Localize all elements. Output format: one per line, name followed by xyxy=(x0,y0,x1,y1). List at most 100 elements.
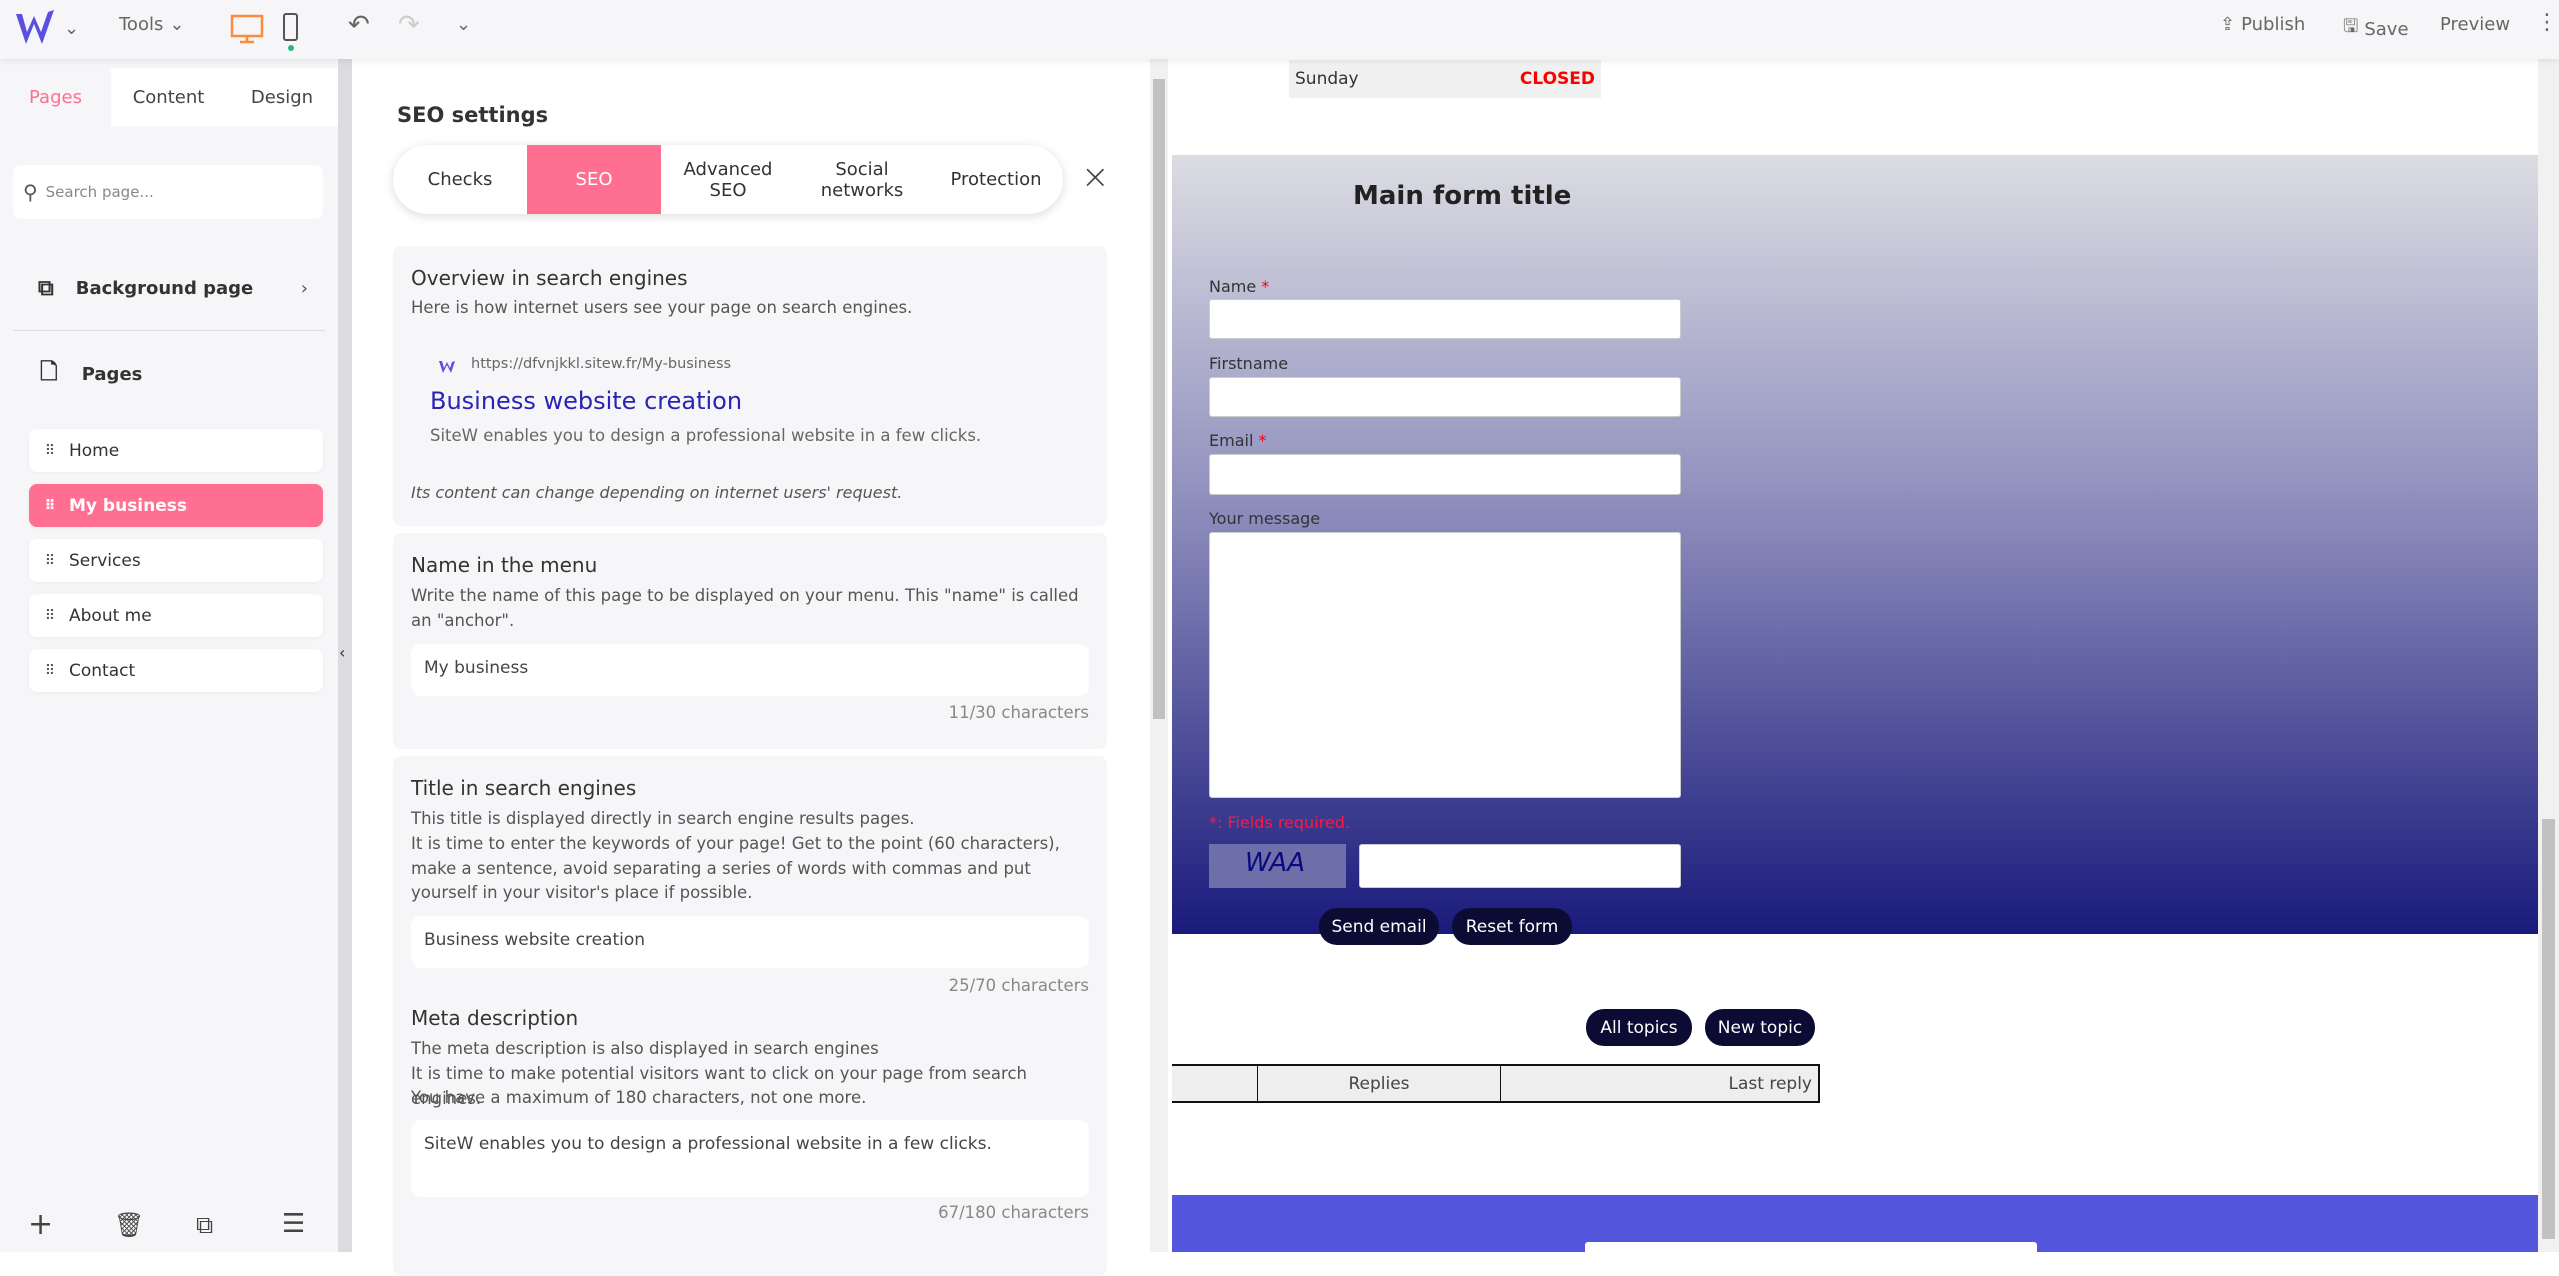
drag-handle-icon[interactable]: ⠿ xyxy=(29,553,69,569)
save-icon: 🖫 xyxy=(2343,16,2359,37)
drag-handle-icon[interactable]: ⠿ xyxy=(29,443,69,459)
email-label: Email * xyxy=(1209,431,1267,450)
close-icon[interactable]: × xyxy=(1081,157,1110,197)
card-title: Name in the menu xyxy=(411,553,598,577)
tab-checks[interactable]: Checks xyxy=(393,145,527,214)
card-description: Here is how internet users see your page… xyxy=(411,298,913,317)
collapse-arrow-icon[interactable]: ‹ xyxy=(339,643,345,662)
scrollbar-thumb[interactable] xyxy=(1153,79,1165,719)
divider xyxy=(13,330,325,331)
pages-heading-label: Pages xyxy=(81,363,143,385)
tab-protection[interactable]: Protection xyxy=(929,145,1063,214)
page-item-home[interactable]: ⠿ Home xyxy=(29,429,323,472)
tab-seo[interactable]: SEO xyxy=(527,145,661,214)
tools-label: Tools xyxy=(119,14,164,35)
footer-box xyxy=(1585,1242,2037,1252)
left-sidebar: Pages Content Design ⚲ Search page... ⧉ B… xyxy=(0,59,338,1252)
message-textarea[interactable] xyxy=(1209,532,1681,798)
name-input[interactable] xyxy=(1209,299,1681,339)
desktop-view-icon[interactable] xyxy=(230,14,264,44)
sitew-logo-menu[interactable]: ⌄ xyxy=(14,8,79,48)
all-topics-button[interactable]: All topics xyxy=(1586,1009,1692,1046)
search-icon: ⚲ xyxy=(23,180,38,204)
menu-name-input[interactable]: My business xyxy=(411,644,1089,696)
page-item-about-me[interactable]: ⠿ About me xyxy=(29,594,323,637)
undo-icon[interactable]: ↶ xyxy=(348,10,370,40)
card-title: Meta description xyxy=(411,1006,579,1030)
tools-menu[interactable]: Tools ⌄ xyxy=(119,14,184,35)
column-header-last-reply: Last reply xyxy=(1728,1073,1812,1094)
drag-handle-icon[interactable]: ⠿ xyxy=(29,608,69,624)
more-options-icon[interactable]: ⋮ xyxy=(2536,10,2558,35)
card-description: It is time to enter the keywords of your… xyxy=(411,834,1060,902)
drag-handle-icon[interactable]: ⠿ xyxy=(29,498,69,514)
result-url: https://dfvnjkkl.sitew.fr/My-business xyxy=(471,356,732,372)
opening-hours-row: Sunday CLOSED xyxy=(1289,60,1601,98)
page-preview: Sunday CLOSED Main form title Name * Fir… xyxy=(1172,59,2538,1252)
firstname-label: Firstname xyxy=(1209,354,1289,373)
layers-icon: ⧉ xyxy=(38,275,54,301)
settings-sliders-icon[interactable]: ☰ xyxy=(282,1209,305,1239)
duplicate-icon[interactable]: ⧉ xyxy=(196,1211,213,1239)
add-page-icon[interactable]: + xyxy=(28,1207,53,1242)
page-item-services[interactable]: ⠿ Services xyxy=(29,539,323,582)
drag-handle-icon[interactable]: ⠿ xyxy=(29,663,69,679)
reset-form-button[interactable]: Reset form xyxy=(1452,908,1572,945)
panel-title: SEO settings xyxy=(397,103,549,127)
tab-design[interactable]: Design xyxy=(226,68,338,126)
email-input[interactable] xyxy=(1209,454,1681,495)
save-label: Save xyxy=(2364,18,2409,40)
mobile-view-icon[interactable] xyxy=(282,12,300,52)
firstname-input[interactable] xyxy=(1209,377,1681,417)
page-label: About me xyxy=(69,605,152,626)
tab-pages[interactable]: Pages xyxy=(0,68,111,126)
publish-button[interactable]: ⇪ Publish xyxy=(2220,14,2305,35)
page-item-contact[interactable]: ⠿ Contact xyxy=(29,649,323,692)
column-header-replies: Replies xyxy=(1258,1066,1501,1101)
card-description: The meta description is also displayed i… xyxy=(411,1039,879,1058)
preview-button[interactable]: Preview xyxy=(2440,14,2510,35)
search-title-input[interactable]: Business website creation xyxy=(411,916,1089,968)
closed-status: CLOSED xyxy=(1519,69,1595,89)
chevron-down-icon: ⌄ xyxy=(64,17,80,39)
search-page-input[interactable]: ⚲ Search page... xyxy=(13,165,323,219)
day-label: Sunday xyxy=(1295,69,1359,89)
search-title-card: Title in search engines This title is di… xyxy=(393,756,1107,1276)
page-icon: 🗋 xyxy=(40,360,58,385)
page-label: Services xyxy=(69,550,141,571)
required-fields-note: *: Fields required. xyxy=(1209,813,1350,832)
search-placeholder: Search page... xyxy=(45,183,154,201)
save-button[interactable]: 🖫 Save xyxy=(2343,14,2409,44)
card-title: Title in search engines xyxy=(411,776,637,800)
forum-table-header: Replies Last reply xyxy=(1172,1064,1820,1103)
chevron-down-icon: ⌄ xyxy=(169,14,185,35)
meta-description-textarea[interactable]: SiteW enables you to design a profession… xyxy=(411,1120,1089,1197)
tab-advanced-seo[interactable]: Advanced SEO xyxy=(661,145,795,214)
captcha-input[interactable] xyxy=(1359,844,1681,888)
background-page-item[interactable]: ⧉ Background page › xyxy=(38,271,308,305)
redo-icon[interactable]: ↷ xyxy=(398,10,420,40)
card-description: This title is displayed directly in sear… xyxy=(411,809,915,828)
panel-splitter[interactable]: ‹ xyxy=(338,59,352,1252)
trash-icon[interactable]: 🗑 xyxy=(114,1211,144,1239)
scrollbar-thumb[interactable] xyxy=(2542,819,2555,1239)
pages-heading: 🗋 Pages xyxy=(40,355,142,393)
page-label: Home xyxy=(69,440,120,461)
page-label: Contact xyxy=(69,660,136,681)
history-chevron-icon[interactable]: ⌄ xyxy=(456,14,471,35)
seo-panel-scrollbar[interactable] xyxy=(1150,59,1168,1252)
chevron-right-icon: › xyxy=(300,277,308,299)
preview-scrollbar[interactable] xyxy=(2538,59,2559,1252)
column-header xyxy=(1172,1066,1258,1101)
new-topic-button[interactable]: New topic xyxy=(1705,1009,1815,1046)
tab-social-networks[interactable]: Social networks xyxy=(795,145,929,214)
character-count: 67/180 characters xyxy=(938,1203,1089,1222)
send-email-button[interactable]: Send email xyxy=(1319,908,1439,945)
page-item-my-business[interactable]: ⠿ My business xyxy=(29,484,323,527)
seo-tabs: Checks SEO Advanced SEO Social networks … xyxy=(393,145,1063,214)
seo-settings-panel: SEO settings Checks SEO Advanced SEO Soc… xyxy=(352,59,1168,1276)
footer-section xyxy=(1172,1195,2538,1252)
sitew-logo-icon xyxy=(16,10,54,44)
tab-content[interactable]: Content xyxy=(111,68,226,126)
sitew-favicon-icon xyxy=(439,361,455,373)
